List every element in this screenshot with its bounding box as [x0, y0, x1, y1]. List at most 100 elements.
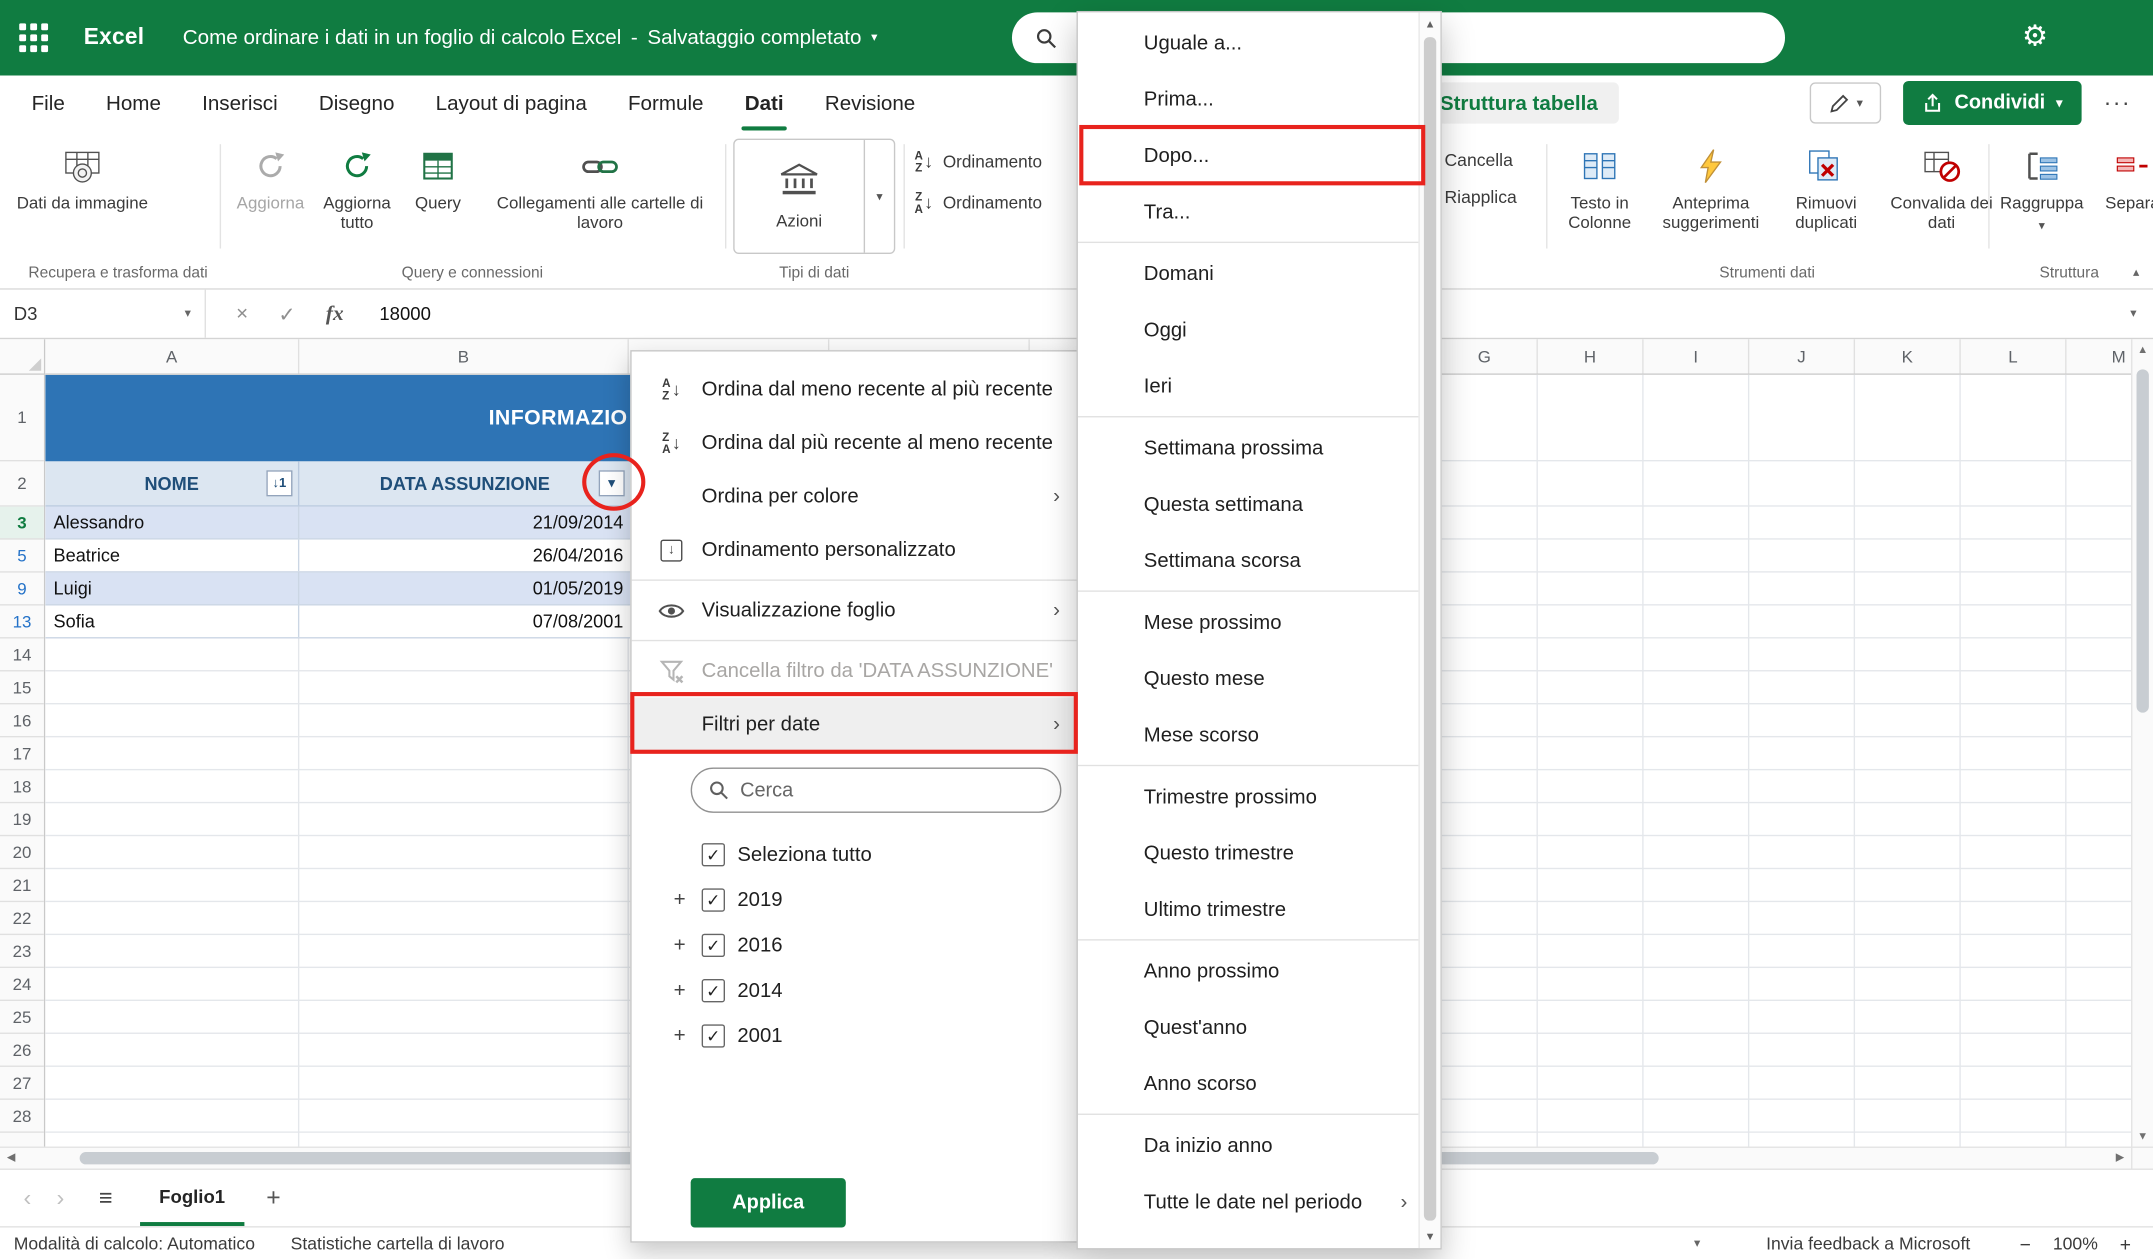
date-filter-menu-item[interactable]: Anno scorso ›: [1078, 1056, 1421, 1112]
row-header[interactable]: 23: [0, 935, 44, 968]
app-launcher-icon[interactable]: [19, 23, 48, 52]
filter-tree-item[interactable]: + ✓ 2016: [632, 923, 1077, 968]
ribbon-tab[interactable]: Revisione: [804, 76, 936, 131]
row-header[interactable]: 25: [0, 1001, 44, 1034]
checkbox-checked-icon[interactable]: ✓: [702, 979, 725, 1002]
date-filter-menu-item[interactable]: Mese prossimo ›: [1078, 595, 1421, 651]
date-filter-menu-item[interactable]: Tutte le date nel periodo ›: [1078, 1174, 1421, 1230]
workbook-statistics[interactable]: Statistiche cartella di lavoro: [291, 1233, 505, 1254]
column-header[interactable]: B: [299, 339, 629, 373]
checkbox-checked-icon[interactable]: ✓: [702, 1024, 725, 1047]
checkbox-checked-icon[interactable]: ✓: [702, 934, 725, 957]
date-filter-menu-item[interactable]: Tra... ›: [1078, 184, 1421, 240]
chevron-down-icon[interactable]: ▾: [1694, 1236, 1700, 1251]
row-header[interactable]: 28: [0, 1100, 44, 1133]
row-header[interactable]: 20: [0, 836, 44, 869]
cancel-entry-icon[interactable]: ×: [236, 302, 248, 325]
row-header[interactable]: 27: [0, 1067, 44, 1100]
row-header[interactable]: 22: [0, 902, 44, 935]
ribbon-tab[interactable]: Home: [85, 76, 181, 131]
filter-tree-item[interactable]: + ✓ Seleziona tutto: [632, 832, 1077, 877]
clear-filter-button[interactable]: Cancella: [1444, 150, 1512, 171]
apply-filter-button[interactable]: Applica: [691, 1178, 846, 1227]
sheet-tab-foglio1[interactable]: Foglio1: [140, 1170, 244, 1226]
row-header[interactable]: 21: [0, 869, 44, 902]
document-title[interactable]: Come ordinare i dati in un foglio di cal…: [183, 26, 878, 49]
data-validation-button[interactable]: Convalida dei dati: [1884, 139, 1999, 232]
date-filter-menu-item[interactable]: Domani ›: [1078, 246, 1421, 302]
select-all-corner[interactable]: [0, 339, 45, 375]
group-rows-button[interactable]: Raggruppa ▾: [1999, 139, 2084, 232]
date-filter-menu-item[interactable]: Anno prossimo ›: [1078, 943, 1421, 999]
filter-tree-item[interactable]: + ✓ 2019: [632, 877, 1077, 922]
scroll-down-icon[interactable]: ▼: [2132, 1130, 2153, 1142]
checkbox-checked-icon[interactable]: ✓: [702, 888, 725, 911]
more-options-button[interactable]: ···: [2104, 89, 2131, 116]
cell-date[interactable]: 21/09/2014: [299, 507, 630, 539]
collapse-ribbon-icon[interactable]: ▴: [2133, 265, 2139, 280]
expand-plus-icon[interactable]: +: [670, 979, 689, 1002]
sort-descending-button[interactable]: ZA↓ Ordinamento: [914, 191, 1042, 216]
date-filter-menu-item[interactable]: Questo mese ›: [1078, 651, 1421, 707]
ribbon-tab[interactable]: File: [11, 76, 85, 131]
ribbon-tab[interactable]: Disegno: [298, 76, 415, 131]
cell-name[interactable]: Sofia: [45, 606, 299, 638]
cell-date[interactable]: 01/05/2019: [299, 573, 630, 605]
zoom-out-icon[interactable]: −: [2020, 1232, 2031, 1254]
column-header[interactable]: M: [2067, 339, 2132, 373]
date-filter-menu-item[interactable]: Settimana scorsa ›: [1078, 533, 1421, 589]
scroll-up-icon[interactable]: ▲: [1420, 18, 1441, 30]
row-header[interactable]: 15: [0, 671, 44, 704]
ribbon-tab[interactable]: Inserisci: [182, 76, 299, 131]
flash-fill-button[interactable]: Anteprima suggerimenti: [1653, 139, 1768, 232]
workbook-links-button[interactable]: Collegamenti alle cartelle di lavoro: [475, 139, 725, 232]
zoom-level[interactable]: 100%: [2053, 1233, 2098, 1254]
cell-date[interactable]: 07/08/2001: [299, 606, 630, 638]
date-filter-menu-item[interactable]: Ultimo trimestre ›: [1078, 882, 1421, 938]
cell-name[interactable]: Beatrice: [45, 540, 299, 572]
menu-item-custom-sort[interactable]: ↓ Ordinamento personalizzato: [632, 523, 1077, 577]
table-title-cell[interactable]: INFORMAZIO: [45, 375, 630, 462]
confirm-entry-icon[interactable]: ✓: [278, 301, 295, 326]
row-header[interactable]: 14: [0, 638, 44, 671]
queries-button[interactable]: Query: [404, 139, 473, 213]
row-header[interactable]: 17: [0, 737, 44, 770]
scroll-left-icon[interactable]: ◀: [7, 1151, 15, 1163]
sort-ascending-button[interactable]: AZ↓ Ordinamento: [914, 150, 1042, 175]
actions-dropdown-button[interactable]: Azioni ▾: [733, 139, 895, 254]
date-filter-menu-item[interactable]: Oggi ›: [1078, 302, 1421, 358]
menu-item-sort-by-color[interactable]: Ordina per colore ›: [632, 470, 1077, 524]
filter-search-input[interactable]: [740, 779, 1060, 801]
menu-item-date-filters[interactable]: Filtri per date ›: [632, 698, 1077, 752]
menu-item-sort-newest[interactable]: ZA↓ Ordina dal più recente al meno recen…: [632, 416, 1077, 470]
submenu-scrollbar-thumb[interactable]: [1424, 37, 1436, 1221]
date-filter-menu-item[interactable]: Quest'anno ›: [1078, 1000, 1421, 1056]
row-header[interactable]: 2: [0, 461, 44, 506]
row-header[interactable]: 9: [0, 573, 44, 606]
date-filter-menu-item[interactable]: Questo trimestre ›: [1078, 825, 1421, 881]
scroll-up-icon[interactable]: ▲: [2132, 343, 2153, 355]
filter-tree-item[interactable]: + ✓ 2014: [632, 968, 1077, 1013]
filter-tree-item[interactable]: + ✓ 2001: [632, 1013, 1077, 1058]
menu-item-sort-oldest[interactable]: AZ↓ Ordina dal meno recente al più recen…: [632, 362, 1077, 416]
date-filter-menu-item[interactable]: Trimestre prossimo ›: [1078, 769, 1421, 825]
ribbon-tab[interactable]: Formule: [607, 76, 724, 131]
date-filter-menu-item[interactable]: Ieri ›: [1078, 358, 1421, 414]
filter-search-box[interactable]: [691, 768, 1062, 813]
row-header[interactable]: 18: [0, 770, 44, 803]
share-button[interactable]: Condividi ▾: [1904, 81, 2082, 125]
add-sheet-icon[interactable]: +: [266, 1184, 280, 1213]
row-header[interactable]: 19: [0, 803, 44, 836]
insert-function-icon[interactable]: fx: [326, 301, 344, 326]
nome-sort-filter-button[interactable]: ↓1: [266, 470, 292, 496]
scroll-right-icon[interactable]: ▶: [2116, 1151, 2124, 1163]
zoom-in-icon[interactable]: +: [2120, 1232, 2131, 1254]
column-header[interactable]: G: [1432, 339, 1538, 373]
date-filter-menu-item[interactable]: Prima... ›: [1078, 71, 1421, 127]
row-header[interactable]: 1: [0, 375, 44, 462]
row-header[interactable]: 5: [0, 540, 44, 573]
ungroup-rows-button[interactable]: Separa: [2093, 139, 2153, 213]
settings-gear-icon[interactable]: ⚙: [2016, 19, 2054, 53]
row-header[interactable]: 16: [0, 704, 44, 737]
pen-mode-button[interactable]: ▾: [1810, 82, 1881, 123]
